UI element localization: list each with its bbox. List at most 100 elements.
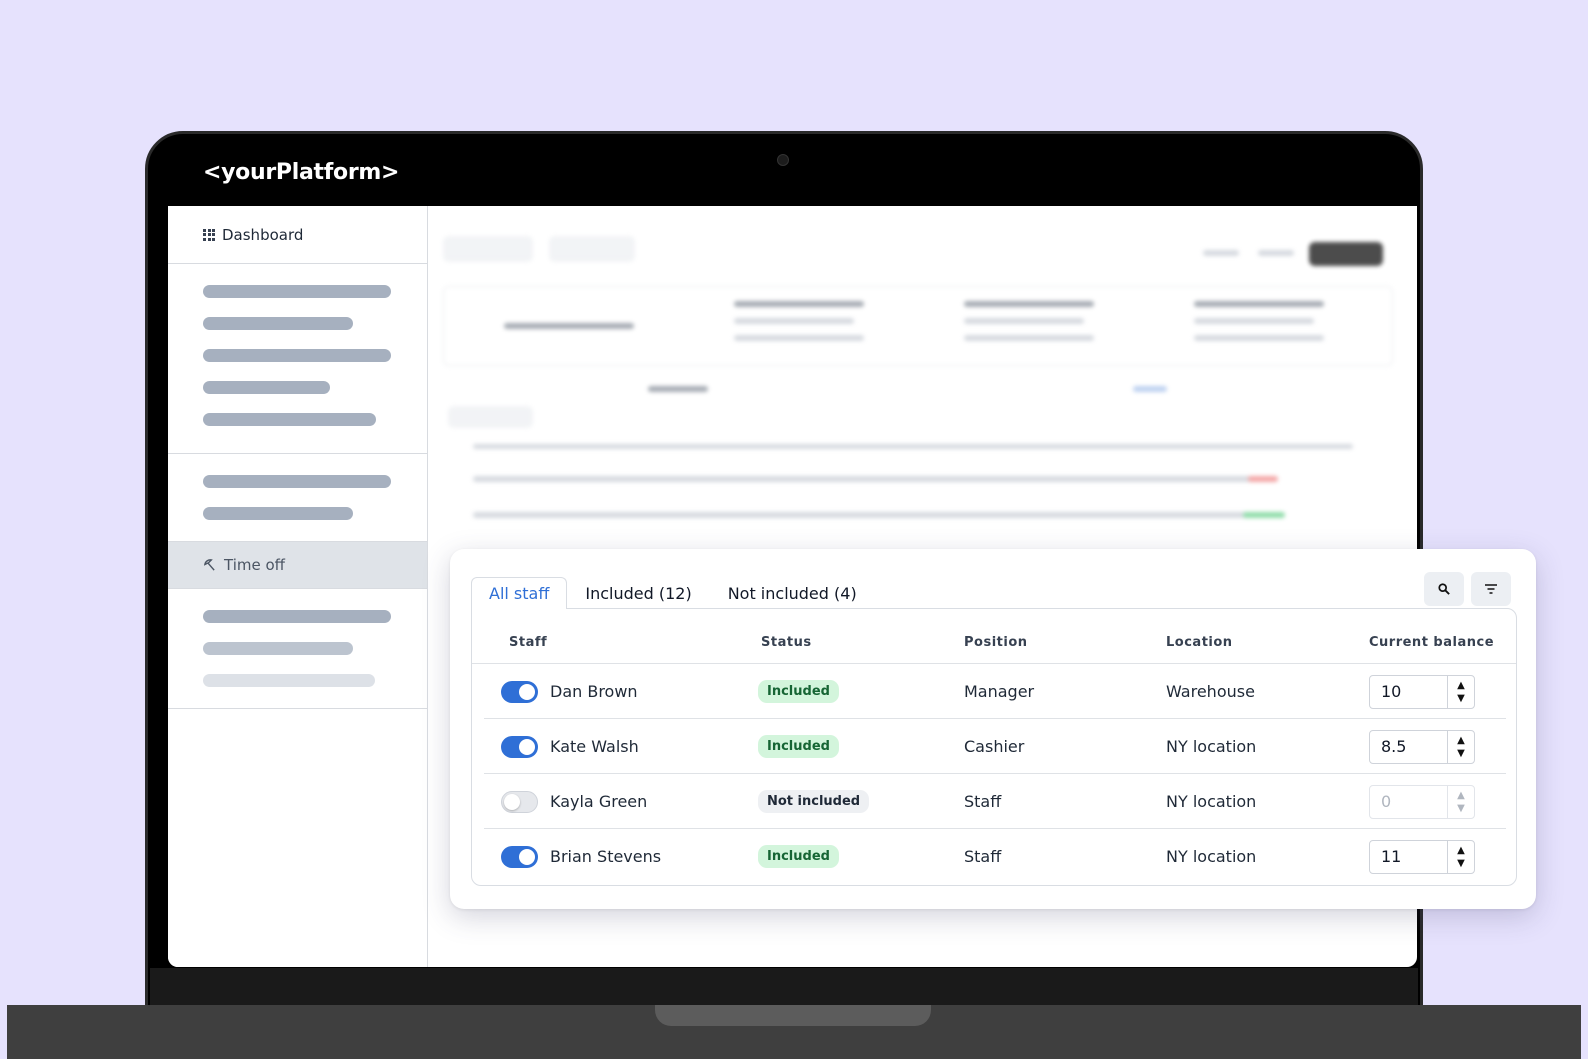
balance-value[interactable]: 10 <box>1370 676 1447 708</box>
tab-all-staff[interactable]: All staff <box>471 577 568 609</box>
location-cell: NY location <box>1166 847 1257 866</box>
tab-included[interactable]: Included (12) <box>567 577 709 609</box>
blurred-text <box>473 476 1253 482</box>
stepper-down-icon[interactable]: ▼ <box>1457 748 1465 759</box>
staff-name: Brian Stevens <box>550 847 662 866</box>
staff-cell: Kate Walsh <box>501 719 639 774</box>
stepper-up-icon[interactable]: ▲ <box>1457 735 1465 746</box>
stepper-up-icon[interactable]: ▲ <box>1457 845 1465 856</box>
toggle-knob <box>504 793 520 810</box>
blurred-text <box>473 444 1353 449</box>
include-toggle[interactable] <box>501 845 538 868</box>
blurred-filter <box>549 236 635 262</box>
placeholder-bar <box>203 642 353 655</box>
laptop-notch <box>655 1005 931 1026</box>
blurred-text <box>964 318 1084 324</box>
staff-cell: Kayla Green <box>501 774 647 829</box>
placeholder-bar <box>203 413 376 426</box>
blurred-text <box>648 386 708 392</box>
blurred-filter <box>448 406 533 428</box>
status-badge: Included <box>758 735 839 758</box>
placeholder-bar <box>203 475 391 488</box>
position-cell: Manager <box>964 682 1035 701</box>
blurred-text <box>964 335 1094 341</box>
table-row: Dan Brown Included Manager Warehouse 10 … <box>484 664 1506 719</box>
sidebar-item-dashboard[interactable]: Dashboard <box>168 206 427 264</box>
filter-button[interactable] <box>1471 572 1511 606</box>
balance-cell: 10 ▲ ▼ <box>1369 664 1475 719</box>
column-header-position[interactable]: Position <box>964 635 1028 650</box>
stepper-down-icon[interactable]: ▼ <box>1457 693 1465 704</box>
blurred-text <box>504 323 634 329</box>
camera <box>777 154 789 166</box>
column-header-staff[interactable]: Staff <box>509 635 547 650</box>
balance-stepper[interactable]: 10 ▲ ▼ <box>1369 674 1475 709</box>
stepper-up-icon: ▲ <box>1457 789 1465 801</box>
grid-icon <box>203 228 215 241</box>
sidebar-group <box>168 454 427 542</box>
placeholder-bar <box>203 507 353 520</box>
sidebar-item-label: Time off <box>224 556 285 574</box>
balance-value: 0 <box>1381 792 1392 811</box>
column-header-current-balance[interactable]: Current balance <box>1369 635 1494 650</box>
sidebar-group <box>168 589 427 709</box>
filter-icon <box>1485 584 1497 594</box>
staff-name: Kate Walsh <box>550 737 639 756</box>
bezel-bottom <box>150 968 1418 1008</box>
stepper-down-icon[interactable]: ▼ <box>1457 858 1465 869</box>
status-badge: Not included <box>758 790 870 813</box>
stepper-down-icon: ▼ <box>1457 802 1465 814</box>
search-button[interactable] <box>1424 572 1464 606</box>
include-toggle[interactable] <box>501 735 538 758</box>
placeholder-bar <box>203 674 375 687</box>
column-header-location[interactable]: Location <box>1166 635 1233 650</box>
staff-cell: Dan Brown <box>501 664 638 719</box>
balance-value[interactable]: 11 <box>1370 841 1447 873</box>
brand-logo: <yourPlatform> <box>203 160 400 185</box>
placeholder-bar <box>203 381 330 394</box>
include-toggle[interactable] <box>501 680 538 703</box>
blurred-text <box>1194 335 1324 341</box>
blurred-button <box>1309 242 1383 266</box>
placeholder-bar <box>203 285 391 298</box>
stepper-up-icon[interactable]: ▲ <box>1457 680 1465 691</box>
position-cell: Cashier <box>964 737 1025 756</box>
include-toggle[interactable] <box>501 790 538 813</box>
balance-value[interactable]: 8.5 <box>1370 731 1447 763</box>
sidebar-item-label: Dashboard <box>222 225 304 244</box>
location-cell: Warehouse <box>1166 682 1255 701</box>
balance-cell: 11 ▲ ▼ <box>1369 829 1475 884</box>
blurred-text <box>1194 301 1324 307</box>
sidebar: Dashboard Time off <box>168 206 428 967</box>
balance-cell: 8.5 ▲ ▼ <box>1369 719 1475 774</box>
toggle-knob <box>519 848 535 865</box>
balance-stepper[interactable]: 8.5 ▲ ▼ <box>1369 729 1475 764</box>
status-cell: Included <box>758 719 839 774</box>
blurred-card <box>443 286 1393 366</box>
balance-cell: 0 ▲ ▼ <box>1369 774 1475 829</box>
tab-not-included[interactable]: Not included (4) <box>710 577 875 609</box>
table-row: Kate Walsh Included Cashier NY location … <box>484 719 1506 774</box>
position-cell: Staff <box>964 792 1002 811</box>
sidebar-item-time-off[interactable]: Time off <box>168 542 427 589</box>
sidebar-group <box>168 264 427 454</box>
blurred-text <box>473 512 1253 518</box>
staff-name: Kayla Green <box>550 792 648 811</box>
staff-name: Dan Brown <box>550 682 638 701</box>
toggle-knob <box>519 683 535 700</box>
table-row: Brian Stevens Included Staff NY location… <box>484 829 1506 884</box>
blurred-text <box>1203 250 1239 256</box>
status-cell: Not included <box>758 774 870 829</box>
blurred-text <box>734 301 864 307</box>
toggle-knob <box>519 738 535 755</box>
table-row: Kayla Green Not included Staff NY locati… <box>484 774 1506 829</box>
blurred-text <box>964 301 1094 307</box>
placeholder-bar <box>203 317 353 330</box>
blurred-text <box>734 318 854 324</box>
status-badge: Included <box>758 845 839 868</box>
beach-umbrella-icon <box>203 558 215 571</box>
placeholder-bar <box>203 349 391 362</box>
balance-stepper[interactable]: 11 ▲ ▼ <box>1369 839 1475 874</box>
blurred-text <box>1243 512 1285 518</box>
column-header-status[interactable]: Status <box>761 635 812 650</box>
